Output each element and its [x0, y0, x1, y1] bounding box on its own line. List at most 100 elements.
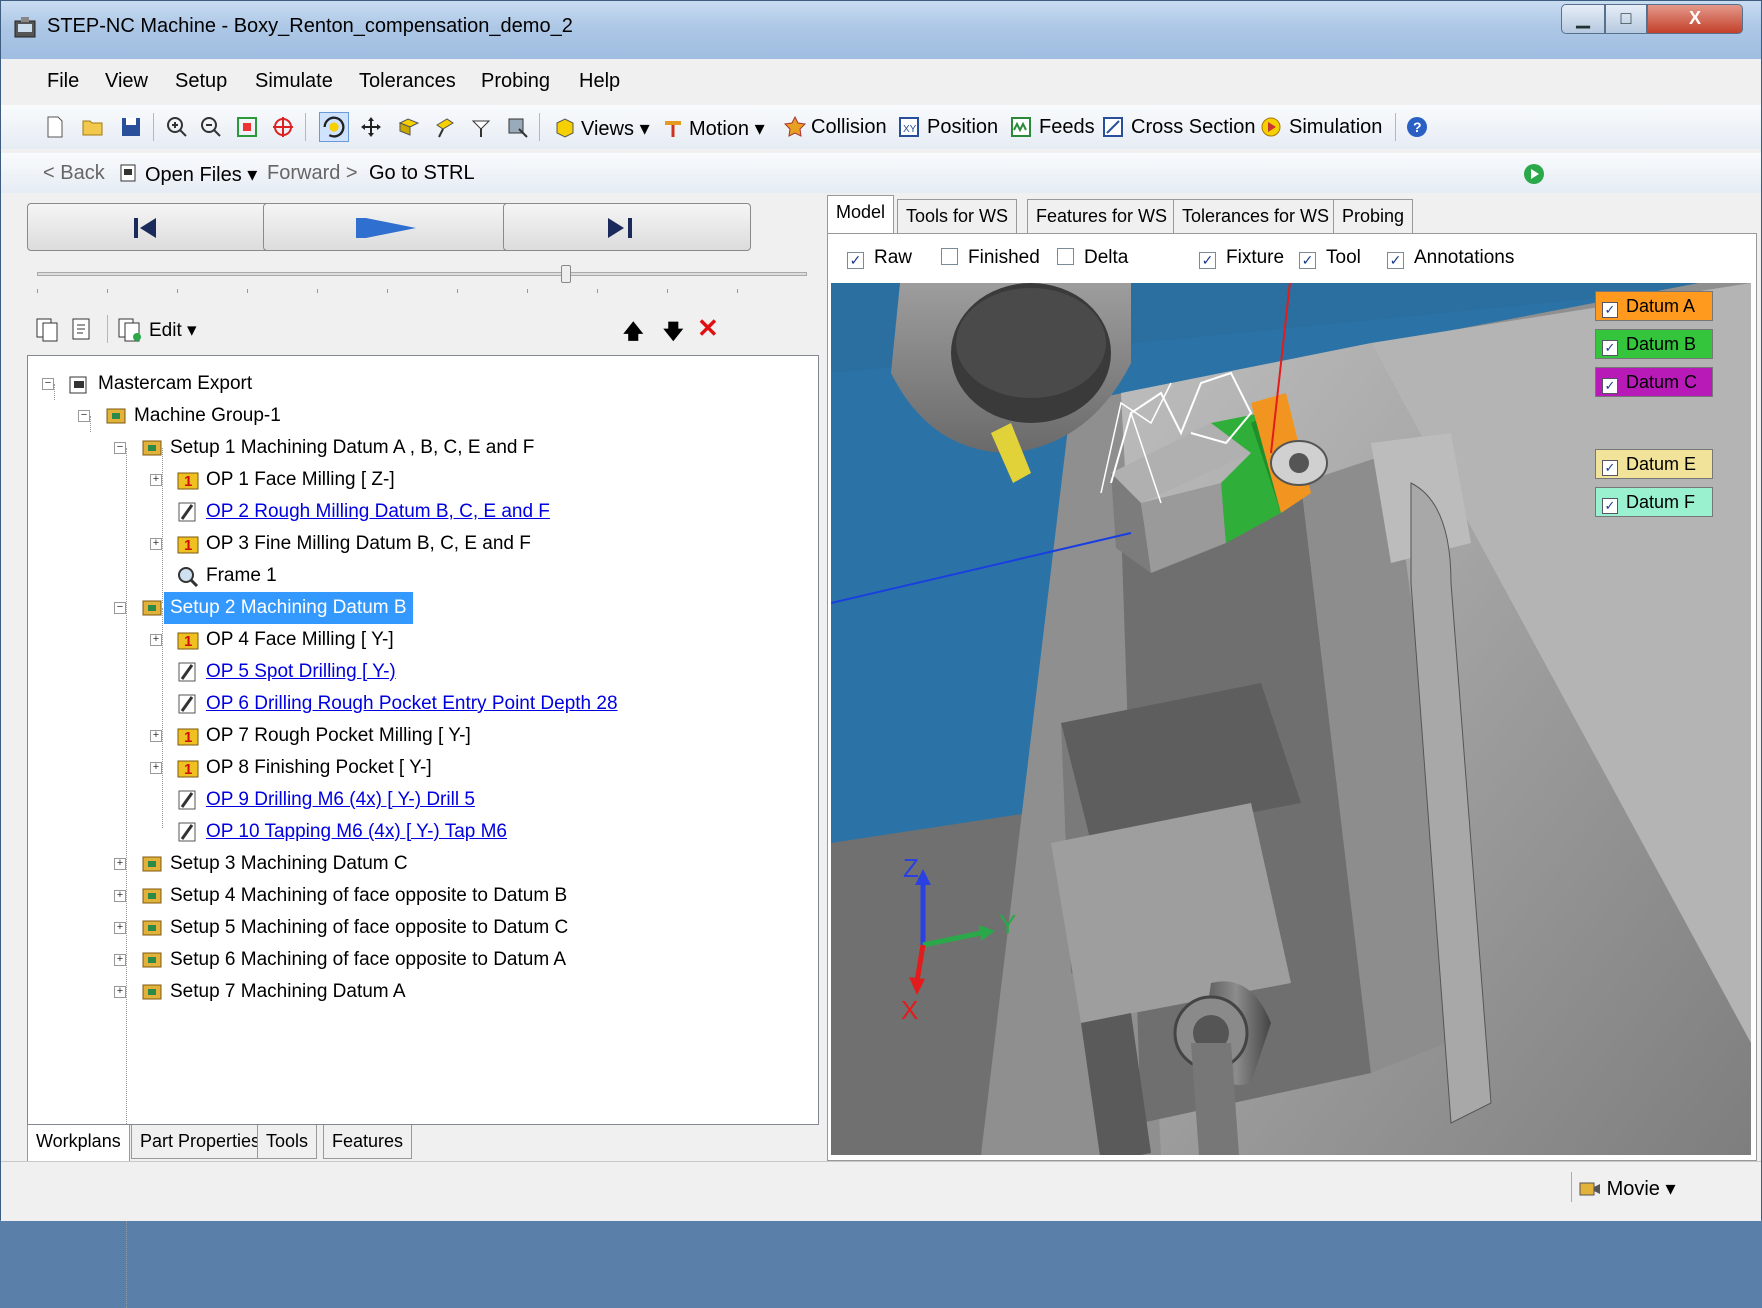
- collapse-icon[interactable]: −: [114, 602, 126, 614]
- tab-probing[interactable]: Probing: [1333, 199, 1414, 233]
- menu-probing[interactable]: Probing: [481, 70, 550, 93]
- expand-icon[interactable]: +: [114, 986, 126, 998]
- paste-icon[interactable]: [69, 317, 95, 343]
- 3d-viewport[interactable]: Z Y X: [831, 283, 1751, 1155]
- expand-icon[interactable]: +: [114, 954, 126, 966]
- views-menu[interactable]: Views ▾: [581, 116, 650, 141]
- tool-checkbox[interactable]: ✓ Tool: [1299, 247, 1361, 269]
- finished-checkbox[interactable]: Finished: [941, 247, 1040, 269]
- feeds-button[interactable]: Feeds: [1039, 116, 1095, 139]
- rewind-button[interactable]: [27, 203, 275, 251]
- motion-menu[interactable]: Motion ▾: [689, 116, 765, 141]
- feeds-icon[interactable]: [1009, 115, 1033, 139]
- save-icon[interactable]: [119, 115, 143, 139]
- collision-icon[interactable]: [783, 115, 807, 139]
- playback-slider[interactable]: [37, 263, 807, 293]
- tab-features[interactable]: Features: [323, 1125, 413, 1159]
- open-folder-icon[interactable]: [81, 115, 105, 139]
- expand-icon[interactable]: +: [150, 762, 162, 774]
- raw-checkbox[interactable]: ✓ Raw: [847, 247, 912, 269]
- tab-workplans[interactable]: Workplans: [27, 1125, 130, 1163]
- forward-button[interactable]: Forward >: [267, 162, 358, 185]
- expand-icon[interactable]: +: [114, 922, 126, 934]
- run-icon[interactable]: [1523, 163, 1545, 185]
- simulation-button[interactable]: Simulation: [1289, 116, 1382, 139]
- open-files-menu[interactable]: Open Files ▾: [145, 162, 257, 187]
- tree-label-op-10[interactable]: OP 10 Tapping M6 (4x) [ Y-) Tap M6: [206, 816, 507, 848]
- zoom-in-icon[interactable]: [165, 115, 189, 139]
- tree-label-op-2[interactable]: OP 2 Rough Milling Datum B, C, E and F: [206, 496, 550, 528]
- datum-b-toggle[interactable]: ✓ Datum B: [1595, 329, 1713, 359]
- target-icon[interactable]: [271, 115, 295, 139]
- select-part-icon[interactable]: [397, 115, 421, 139]
- step-forward-button[interactable]: [503, 203, 751, 251]
- tab-tools[interactable]: Tools: [257, 1125, 318, 1159]
- edit-icon[interactable]: [117, 317, 143, 343]
- menu-simulate[interactable]: Simulate: [255, 70, 333, 93]
- datum-e-toggle[interactable]: ✓ Datum E: [1595, 449, 1713, 479]
- fixture-checkbox[interactable]: ✓ Fixture: [1199, 247, 1284, 269]
- position-icon[interactable]: XY: [897, 115, 921, 139]
- pan-icon[interactable]: [359, 115, 383, 139]
- tab-tools-for-ws[interactable]: Tools for WS: [897, 199, 1018, 233]
- edit-menu[interactable]: Edit ▾: [149, 319, 197, 342]
- new-file-icon[interactable]: [43, 115, 67, 139]
- tab-features-for-ws[interactable]: Features for WS: [1027, 199, 1177, 233]
- slider-thumb[interactable]: [561, 265, 571, 283]
- menu-view[interactable]: View: [105, 70, 148, 93]
- minimize-button[interactable]: ▁: [1561, 4, 1605, 34]
- title-bar[interactable]: STEP-NC Machine - Boxy_Renton_compensati…: [1, 1, 1761, 59]
- move-up-icon[interactable]: 🡅: [623, 317, 644, 351]
- datum-c-toggle[interactable]: ✓ Datum C: [1595, 367, 1713, 397]
- collapse-icon[interactable]: −: [78, 410, 90, 422]
- tree-label-op-9[interactable]: OP 9 Drilling M6 (4x) [ Y-) Drill 5: [206, 784, 475, 816]
- collision-button[interactable]: Collision: [811, 116, 887, 139]
- cross-section-button[interactable]: Cross Section: [1131, 116, 1256, 139]
- select-tool-icon[interactable]: [433, 115, 457, 139]
- collapse-icon[interactable]: −: [42, 378, 54, 390]
- datum-a-toggle[interactable]: ✓ Datum A: [1595, 291, 1713, 321]
- position-button[interactable]: Position: [927, 116, 998, 139]
- motion-icon[interactable]: [661, 115, 685, 139]
- menu-setup[interactable]: Setup: [175, 70, 227, 93]
- tab-model[interactable]: Model: [827, 195, 895, 233]
- expand-icon[interactable]: +: [114, 890, 126, 902]
- help-icon[interactable]: ?: [1405, 115, 1429, 139]
- tree-label-op-5[interactable]: OP 5 Spot Drilling [ Y-): [206, 656, 396, 688]
- cross-section-icon[interactable]: [1101, 115, 1125, 139]
- copy-icon[interactable]: [35, 317, 61, 343]
- tab-tolerances-for-ws[interactable]: Tolerances for WS: [1173, 199, 1339, 233]
- menu-tolerances[interactable]: Tolerances: [359, 70, 456, 93]
- datum-f-toggle[interactable]: ✓ Datum F: [1595, 487, 1713, 517]
- views-icon[interactable]: [553, 115, 577, 139]
- annotations-checkbox[interactable]: ✓ Annotations: [1387, 247, 1514, 269]
- zoom-out-icon[interactable]: [199, 115, 223, 139]
- close-button[interactable]: X: [1647, 4, 1743, 34]
- movie-menu[interactable]: Movie ▾: [1579, 1176, 1676, 1201]
- play-button[interactable]: [263, 203, 511, 251]
- delta-checkbox[interactable]: Delta: [1057, 247, 1128, 269]
- tree-label-op-6[interactable]: OP 6 Drilling Rough Pocket Entry Point D…: [206, 688, 618, 720]
- expand-icon[interactable]: +: [150, 538, 162, 550]
- zoom-fit-icon[interactable]: [235, 115, 259, 139]
- workplan-tree[interactable]: − Mastercam Export − Machine Group-1 − S…: [27, 355, 819, 1308]
- expand-icon[interactable]: +: [114, 858, 126, 870]
- menu-help[interactable]: Help: [579, 70, 620, 93]
- expand-icon[interactable]: +: [150, 474, 162, 486]
- rotate-view-icon[interactable]: [319, 112, 349, 142]
- expand-icon[interactable]: +: [150, 730, 162, 742]
- expand-icon[interactable]: +: [150, 634, 162, 646]
- slider-track: [37, 272, 807, 276]
- collapse-icon[interactable]: −: [114, 442, 126, 454]
- back-button[interactable]: < Back: [43, 162, 105, 185]
- simulation-icon[interactable]: [1259, 115, 1283, 139]
- tab-part-properties[interactable]: Part Properties: [131, 1125, 270, 1159]
- maximize-button[interactable]: □: [1605, 4, 1647, 34]
- goto-strl-button[interactable]: Go to STRL: [369, 162, 475, 185]
- menu-file[interactable]: File: [47, 70, 79, 93]
- delete-icon[interactable]: ✕: [697, 313, 719, 344]
- select-face-icon[interactable]: [469, 115, 493, 139]
- move-down-icon[interactable]: 🡇: [663, 317, 684, 351]
- select-feature-icon[interactable]: [505, 115, 529, 139]
- open-files-icon[interactable]: [117, 161, 141, 185]
